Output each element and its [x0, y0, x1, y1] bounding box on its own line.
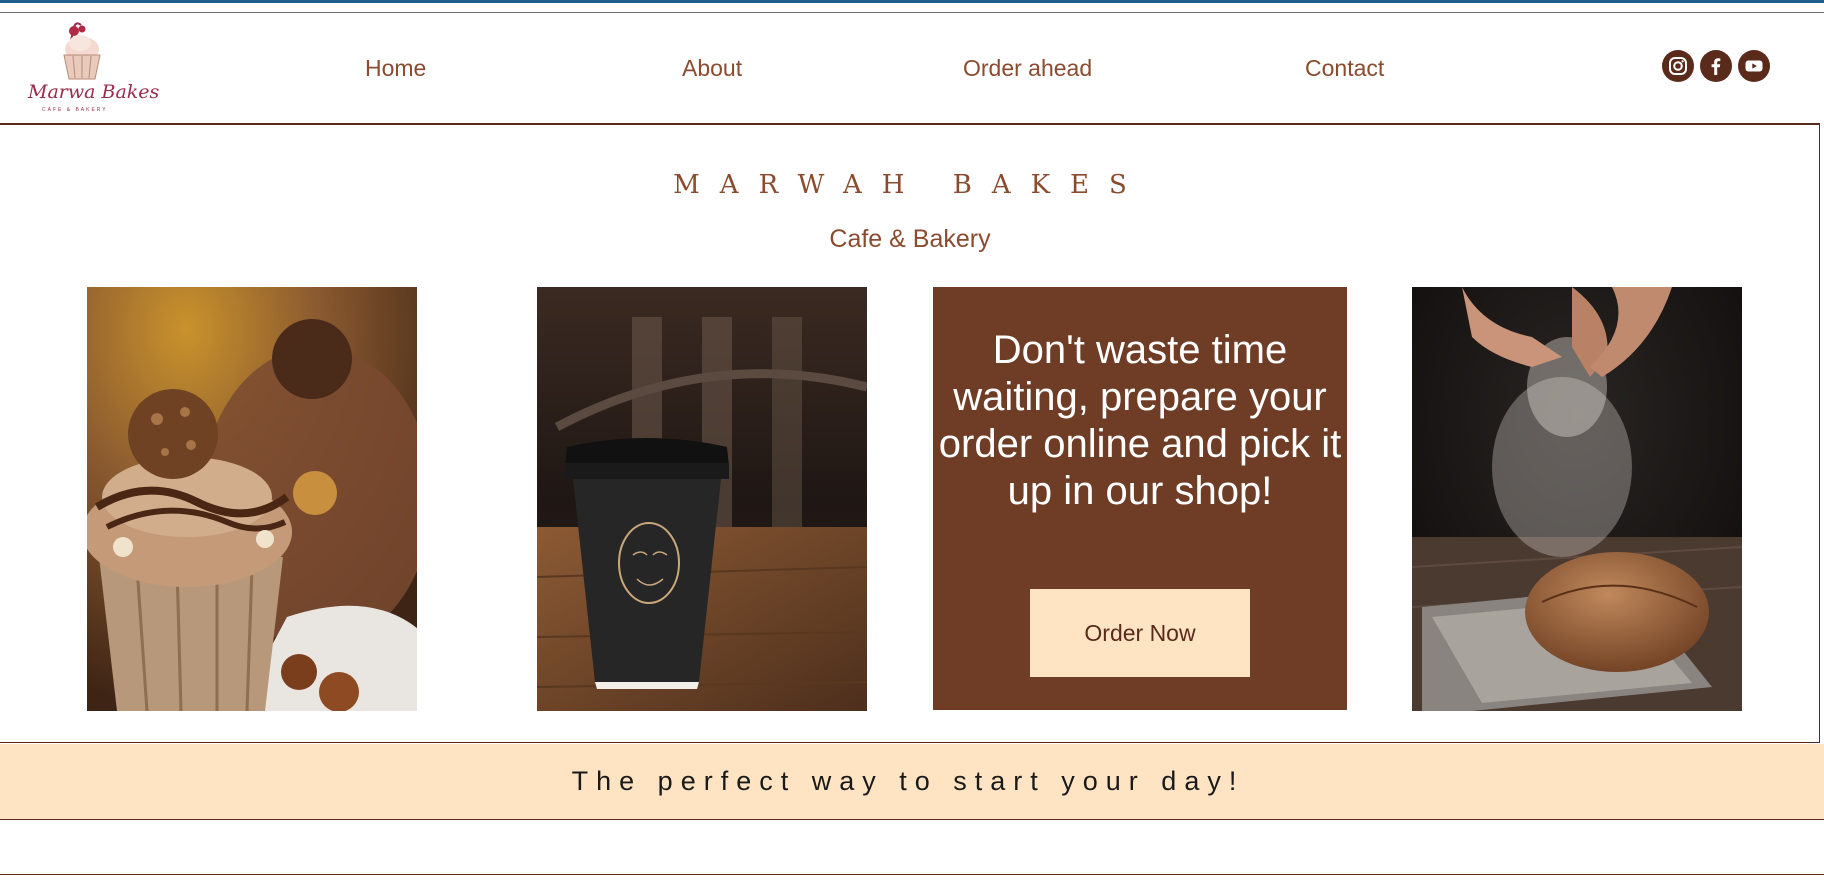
top-accent-bar [0, 0, 1824, 3]
brand-subtitle: Cafe & Bakery [829, 225, 991, 253]
nav-about-link[interactable]: About [682, 55, 742, 82]
facebook-icon[interactable] [1700, 50, 1732, 82]
promo-text: Don't waste time waiting, prepare your o… [938, 328, 1342, 513]
nav-contact-link[interactable]: Contact [1305, 55, 1384, 82]
order-online-promo: Don't waste time waiting, prepare your o… [933, 287, 1347, 710]
cupcake-logo-icon [63, 22, 101, 80]
instagram-icon[interactable] [1662, 50, 1694, 82]
bread-flour-photo [1412, 287, 1742, 711]
cupcake-photo [87, 287, 417, 711]
content-divider [0, 742, 1820, 743]
brand-title: MARWAH BAKES [673, 170, 1147, 200]
order-now-button[interactable]: Order Now [1030, 589, 1250, 677]
section-right-border [1819, 123, 1820, 743]
header-divider [0, 123, 1820, 125]
site-header: Marwa Bakes CAFE & BAKERY Home About Ord… [0, 13, 1824, 124]
tagline-text: The perfect way to start your day! [571, 766, 1245, 796]
nav-home-link[interactable]: Home [365, 55, 426, 82]
tagline-banner: The perfect way to start your day! [0, 744, 1824, 820]
coffee-cup-photo [537, 287, 867, 711]
nav-order-ahead-link[interactable]: Order ahead [963, 55, 1092, 82]
logo-tagline: CAFE & BAKERY [42, 107, 108, 113]
footer-divider [0, 874, 1824, 875]
site-logo[interactable]: Marwa Bakes CAFE & BAKERY [26, 19, 159, 119]
logo-name: Marwa Bakes [28, 81, 160, 103]
youtube-icon[interactable] [1738, 50, 1770, 82]
